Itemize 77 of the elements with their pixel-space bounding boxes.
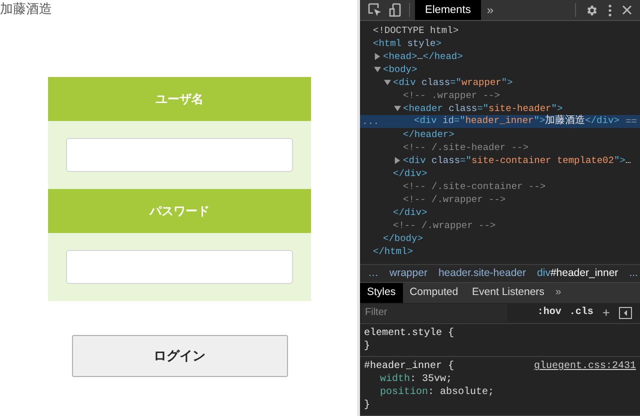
row-menu-dots[interactable]: ...	[362, 117, 380, 127]
element-code: <!DOCTYPE html>	[373, 24, 459, 38]
breadcrumb[interactable]: div#header_inner	[537, 266, 618, 282]
more-tabs[interactable]: »	[486, 1, 494, 20]
styles-tab[interactable]: Styles	[360, 283, 403, 303]
style-declaration[interactable]: position: absolute;	[364, 386, 636, 399]
rule-brace: }	[364, 399, 372, 412]
element-code: <div class="site-container template02">…	[403, 154, 632, 168]
rule-selector: element.style {	[364, 327, 454, 340]
element-code: <!-- .wrapper -->	[403, 88, 500, 103]
element-code: <body>	[383, 62, 418, 77]
dom-tree-row[interactable]: </html>	[360, 245, 640, 258]
element-code: </html>	[373, 244, 413, 259]
filter-field[interactable]: Filter	[362, 304, 507, 322]
dom-tree-row[interactable]: <head>…</head>	[360, 50, 640, 64]
field-label: パスワード	[48, 189, 311, 233]
dom-tree-row[interactable]: <!-- /.site-container -->	[360, 180, 640, 194]
hover-state-toggle[interactable]: :hov	[537, 305, 562, 320]
more-tabs[interactable]: »	[555, 284, 562, 301]
element-code: <html style>	[373, 36, 442, 51]
dom-tree-row[interactable]: </div>	[360, 206, 640, 220]
inspect-icon[interactable]	[368, 3, 382, 18]
style-declaration[interactable]: width: 35vw;	[364, 373, 636, 386]
dom-tree-row[interactable]: <body>	[360, 63, 640, 76]
dom-tree-row[interactable]: <div class="wrapper">	[360, 76, 640, 90]
element-code: <head>…</head>	[383, 50, 463, 64]
dom-tree-row[interactable]: <!-- /.site-header -->	[360, 141, 640, 154]
breadcrumb[interactable]: wrapper	[390, 266, 428, 282]
dom-tree-row[interactable]: </header>	[360, 128, 640, 142]
expand-arrow-icon[interactable]	[374, 53, 381, 60]
collapse-arrow-icon[interactable]	[394, 105, 401, 112]
rule-selector: #header_inner {	[364, 360, 454, 373]
panel-tab[interactable]: Elements	[415, 0, 481, 20]
dom-tree-row[interactable]: <!-- /.wrapper -->	[360, 193, 640, 206]
new-rule-button[interactable]: +	[602, 306, 610, 320]
element-code: </body>	[383, 232, 423, 246]
styles-tab[interactable]: Computed	[402, 283, 466, 303]
settings-icon[interactable]	[585, 4, 598, 17]
dom-tree-row[interactable]: <div class="site-container template02">…	[360, 154, 640, 168]
element-code: <header class="site-header">	[403, 102, 563, 114]
element-code: <div id="header_inner">加藤酒造</div>	[414, 114, 620, 130]
element-code: <!-- /.site-container -->	[403, 180, 546, 194]
dom-tree-row[interactable]: <!-- .wrapper -->	[360, 89, 640, 102]
device-icon[interactable]	[389, 3, 401, 18]
dom-tree-row[interactable]: <!DOCTYPE html>	[360, 24, 640, 38]
breadcrumb[interactable]: header.site-header	[438, 266, 526, 282]
element-code: <div class="wrapper">	[393, 76, 513, 90]
class-toggle[interactable]: .cls	[569, 305, 594, 320]
rule-brace: }	[364, 340, 372, 353]
element-code: <!-- /.wrapper -->	[393, 218, 496, 233]
site-title: 加藤酒造	[0, 0, 52, 18]
element-code: <!-- /.wrapper -->	[403, 192, 506, 207]
expand-arrow-icon[interactable]	[394, 157, 401, 164]
dom-tree-row[interactable]: <html style>	[360, 37, 640, 50]
input-field[interactable]	[66, 250, 293, 284]
breadcrumb[interactable]: …	[368, 266, 378, 282]
dom-tree-row[interactable]: ... <div id="header_inner">加藤酒造</div> ==	[360, 115, 640, 128]
sidebar-toggle-icon[interactable]	[619, 306, 632, 319]
more-options-icon[interactable]	[608, 4, 612, 17]
element-code: </div>	[393, 206, 428, 220]
styles-tab[interactable]: Event Listeners	[465, 283, 552, 303]
field-label: ユーザ名	[48, 77, 311, 121]
selected-marker: ==	[626, 114, 637, 129]
collapse-arrow-icon[interactable]	[374, 66, 381, 74]
element-code: </header>	[403, 128, 454, 142]
collapse-arrow-icon[interactable]	[384, 79, 391, 86]
dom-tree-row[interactable]: <!-- /.wrapper -->	[360, 219, 640, 232]
element-code: </div>	[393, 166, 428, 181]
close-icon[interactable]	[622, 5, 632, 16]
login-button[interactable]: ログイン	[72, 335, 288, 377]
element-code: <!-- /.site-header -->	[403, 140, 528, 155]
breadcrumb[interactable]: ...	[629, 266, 638, 282]
dom-tree-row[interactable]: <header class="site-header">	[360, 102, 640, 116]
dom-tree-row[interactable]: </body>	[360, 232, 640, 246]
input-field[interactable]	[66, 138, 293, 172]
dom-tree-row[interactable]: </div>	[360, 167, 640, 180]
source-link[interactable]: gluegent.css:2431	[534, 360, 636, 373]
